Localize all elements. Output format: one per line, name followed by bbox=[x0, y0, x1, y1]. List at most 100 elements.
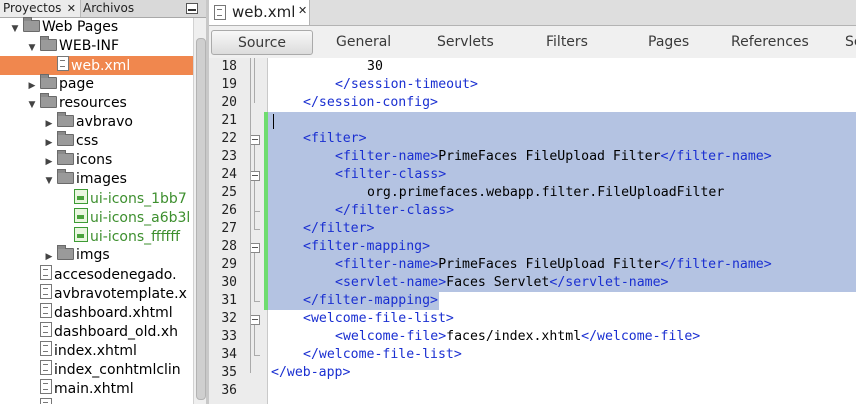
tree-node-label: resources bbox=[59, 95, 127, 111]
tree-node-label: images bbox=[76, 171, 127, 187]
tree-node[interactable]: ▶ avbravo bbox=[44, 112, 133, 132]
tree-node-label: accesodenegado. bbox=[54, 267, 177, 283]
folder-icon bbox=[57, 131, 74, 146]
tree-node[interactable]: dashboard_old.xh bbox=[27, 322, 178, 341]
code-line: <filter-name>PrimeFaces FileUpload Filte… bbox=[335, 148, 772, 166]
tab-web-xml[interactable]: web.xml ✕ bbox=[209, 0, 310, 25]
line-number: 36 bbox=[221, 383, 237, 398]
xml-tag: <welcome-file> bbox=[335, 329, 447, 344]
code-line: </web-app> bbox=[271, 364, 350, 382]
tree-node-label: ui-icons_a6b3l bbox=[90, 210, 191, 226]
code-line: <filter> bbox=[303, 130, 367, 148]
tree-node[interactable]: avbravotemplate.x bbox=[27, 284, 187, 303]
image-file-icon bbox=[74, 227, 88, 242]
fold-guide bbox=[254, 58, 255, 103]
tree-node[interactable]: web.xml bbox=[0, 56, 193, 75]
xml-tag: </web-app> bbox=[271, 365, 351, 380]
tab-security[interactable]: Se bbox=[845, 30, 856, 54]
editor-tab-label: web.xml bbox=[232, 3, 296, 21]
line-number: 23 bbox=[221, 149, 237, 164]
tab-servlets[interactable]: Servlets bbox=[437, 30, 494, 54]
fold-guide bbox=[254, 181, 255, 211]
code-line: </session-config> bbox=[303, 94, 438, 112]
scrollbar-thumb[interactable] bbox=[196, 38, 206, 400]
tree-node[interactable]: ▼ WEB-INF bbox=[27, 36, 119, 56]
tree-node[interactable]: index_conhtmlclin bbox=[27, 360, 181, 379]
tree-node[interactable]: ▶ imgs bbox=[44, 245, 110, 265]
fold-guide-end bbox=[254, 301, 260, 302]
tab-general[interactable]: General bbox=[336, 30, 391, 54]
tree-node[interactable]: ui-icons_a6b3l bbox=[61, 208, 190, 227]
xml-tag: <filter-name> bbox=[335, 257, 439, 272]
xml-tag: <filter-name> bbox=[335, 149, 439, 164]
tree-node-label: dashboard_old.xh bbox=[54, 324, 179, 340]
tree-node[interactable]: ▼ images bbox=[44, 169, 127, 191]
fold-toggle-icon[interactable] bbox=[250, 135, 260, 145]
tree-node[interactable]: ▼ resources bbox=[27, 93, 127, 115]
tab-pages[interactable]: Pages bbox=[648, 30, 689, 54]
fold-guide bbox=[254, 253, 255, 301]
fold-guide bbox=[250, 58, 251, 373]
tree-node[interactable]: ▶ page bbox=[27, 74, 94, 94]
web-pages-folder-icon bbox=[23, 17, 40, 32]
folder-icon bbox=[57, 245, 74, 260]
xml-tag: </filter-name> bbox=[660, 257, 772, 272]
fold-toggle-icon[interactable] bbox=[250, 171, 260, 181]
minimize-icon[interactable] bbox=[186, 3, 198, 14]
tree-node[interactable]: ▶ icons bbox=[44, 150, 112, 170]
xml-tag: </welcome-file-list> bbox=[303, 347, 462, 362]
tab-proyectos[interactable]: Proyectos ✕ bbox=[0, 0, 81, 17]
tree-node[interactable]: ▶ css bbox=[44, 131, 98, 151]
tree-node-label: WEB-INF bbox=[59, 38, 119, 54]
xml-text: Faces Servlet bbox=[446, 275, 550, 290]
xml-tag: </session-timeout> bbox=[335, 77, 478, 92]
line-number: 30 bbox=[221, 275, 237, 290]
xhtml-file-icon bbox=[40, 322, 52, 337]
xml-tag: <servlet-name> bbox=[335, 275, 447, 290]
xhtml-file-icon bbox=[40, 341, 52, 356]
line-number-gutter: 18 19 20 21 22 23 24 25 26 27 28 29 30 31 32 33 34 35 36 bbox=[209, 58, 269, 404]
xml-text: 30 bbox=[367, 59, 383, 74]
line-number: 35 bbox=[221, 365, 237, 380]
xml-tag: </servlet-name> bbox=[549, 275, 669, 290]
folder-icon bbox=[40, 36, 57, 51]
tree-node[interactable]: dashboard.xhtml bbox=[27, 303, 173, 322]
fold-toggle-icon[interactable] bbox=[250, 315, 260, 325]
code-editor[interactable]: 18 19 20 21 22 23 24 25 26 27 28 29 30 31 32 33 34 35 36 3… bbox=[209, 58, 856, 404]
tree-node[interactable] bbox=[27, 398, 54, 404]
xml-tag: <welcome-file-list> bbox=[303, 311, 454, 326]
tab-filters[interactable]: Filters bbox=[546, 30, 588, 54]
folder-icon bbox=[40, 74, 57, 89]
close-icon[interactable]: ✕ bbox=[298, 4, 307, 17]
expand-arrow-icon[interactable]: ▼ bbox=[27, 96, 37, 115]
line-number: 28 bbox=[221, 239, 237, 254]
tab-references[interactable]: References bbox=[731, 30, 809, 54]
code-line: org.primefaces.webapp.filter.FileUploadF… bbox=[367, 184, 724, 202]
tree-node-label: index.xhtml bbox=[54, 343, 137, 359]
fold-toggle-icon[interactable] bbox=[250, 243, 260, 253]
close-icon[interactable]: ✕ bbox=[67, 0, 76, 17]
tree-node-label: web.xml bbox=[71, 58, 131, 74]
tree-node[interactable]: ▼ Web Pages bbox=[10, 17, 119, 39]
folder-icon bbox=[57, 150, 74, 165]
tree-node-label: avbravo bbox=[76, 114, 133, 130]
tree-node-label: ui-icons_1bb7 bbox=[90, 191, 187, 207]
fold-guide-end bbox=[254, 211, 260, 212]
tab-archivos[interactable]: Archivos bbox=[80, 0, 163, 17]
line-number: 34 bbox=[221, 347, 237, 362]
tree-node[interactable]: index.xhtml bbox=[27, 341, 137, 360]
line-number: 29 bbox=[221, 257, 237, 272]
line-number: 31 bbox=[221, 293, 237, 308]
vertical-scrollbar[interactable] bbox=[193, 18, 206, 404]
xml-text: PrimeFaces FileUpload Filter bbox=[438, 149, 661, 164]
tree-node[interactable]: ui-icons_ffffff bbox=[61, 227, 180, 246]
xhtml-file-icon bbox=[40, 284, 52, 299]
tree-node[interactable]: accesodenegado. bbox=[27, 265, 177, 284]
tab-source[interactable]: Source bbox=[211, 30, 313, 55]
tree-node-label: Web Pages bbox=[42, 19, 119, 35]
expand-arrow-icon[interactable]: ▼ bbox=[44, 172, 54, 191]
expand-arrow-icon[interactable]: ▼ bbox=[10, 20, 20, 39]
tree-node[interactable]: ui-icons_1bb7 bbox=[61, 189, 187, 208]
tree-node[interactable]: main.xhtml bbox=[27, 379, 134, 398]
xml-tag: </filter-name> bbox=[660, 149, 772, 164]
